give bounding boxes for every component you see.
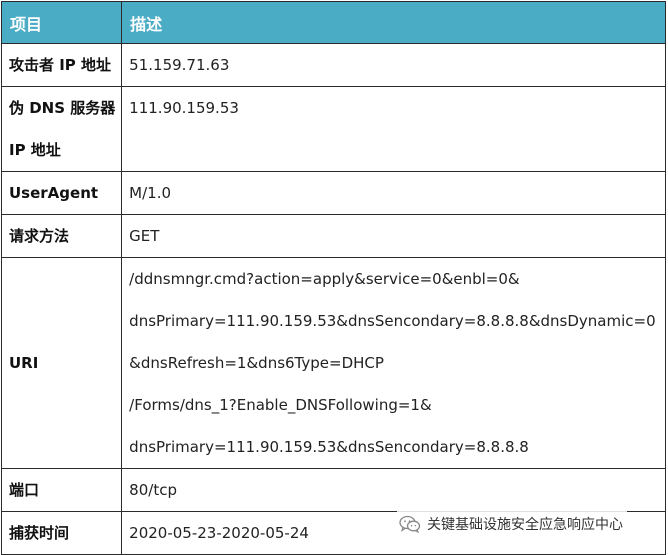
row-key-cell: UserAgent bbox=[0, 171, 123, 215]
table-row-attacker-ip: 攻击者 IP 地址 51.159.71.63 bbox=[0, 43, 666, 87]
uri-line: &dnsRefresh=1&dns6Type=DHCP bbox=[129, 354, 384, 372]
row-value-cell: M/1.0 bbox=[121, 171, 666, 215]
watermark-text: 关键基础设施安全应急响应中心 bbox=[427, 517, 623, 533]
row-key-cell: 伪 DNS 服务器 IP 地址 bbox=[0, 86, 123, 172]
header-item: 项目 bbox=[0, 1, 123, 44]
row-value: 51.159.71.63 bbox=[129, 56, 230, 74]
uri-line: /Forms/dns_1?Enable_DNSFollowing=1& bbox=[129, 396, 432, 414]
row-key-cell: URI bbox=[0, 257, 123, 469]
table-row-method: 请求方法 GET bbox=[0, 214, 666, 258]
info-table: 项目 描述 攻击者 IP 地址 51.159.71.63 伪 DNS 服务器 I… bbox=[0, 1, 666, 555]
row-value: 80/tcp bbox=[129, 481, 177, 499]
table-row-uri: URI /ddnsmngr.cmd?action=apply&service=0… bbox=[0, 257, 666, 469]
table-header-row: 项目 描述 bbox=[0, 1, 666, 44]
row-key-cell: 捕获时间 bbox=[0, 511, 123, 555]
uri-line: /ddnsmngr.cmd?action=apply&service=0&enb… bbox=[129, 270, 520, 288]
row-key: 攻击者 IP 地址 bbox=[9, 56, 112, 74]
table-row-port: 端口 80/tcp bbox=[0, 468, 666, 512]
row-key: UserAgent bbox=[9, 184, 99, 202]
row-key-line1: 伪 DNS 服务器 bbox=[9, 99, 116, 117]
row-key-line2: IP 地址 bbox=[9, 141, 61, 159]
row-value-cell: 80/tcp bbox=[121, 468, 666, 512]
row-value-cell: 111.90.159.53 bbox=[121, 86, 666, 172]
row-key-cell: 攻击者 IP 地址 bbox=[0, 43, 123, 87]
row-key: 捕获时间 bbox=[9, 524, 70, 542]
row-value: 111.90.159.53 bbox=[129, 99, 239, 117]
uri-line: dnsPrimary=111.90.159.53&dnsSencondary=8… bbox=[129, 438, 529, 456]
wechat-icon bbox=[399, 515, 421, 533]
row-key: URI bbox=[9, 354, 39, 372]
row-value-cell: GET bbox=[121, 214, 666, 258]
row-value: GET bbox=[129, 227, 160, 245]
table-row-fake-dns-ip: 伪 DNS 服务器 IP 地址 111.90.159.53 bbox=[0, 86, 666, 172]
row-key-cell: 请求方法 bbox=[0, 214, 123, 258]
row-value: M/1.0 bbox=[129, 184, 172, 202]
table-row-user-agent: UserAgent M/1.0 bbox=[0, 171, 666, 215]
header-description: 描述 bbox=[121, 1, 666, 44]
row-key: 端口 bbox=[9, 481, 40, 499]
row-value-cell: 51.159.71.63 bbox=[121, 43, 666, 87]
row-key-cell: 端口 bbox=[0, 468, 123, 512]
row-key: 请求方法 bbox=[9, 227, 70, 245]
watermark: 关键基础设施安全应急响应中心 bbox=[397, 511, 627, 537]
row-value-cell: /ddnsmngr.cmd?action=apply&service=0&enb… bbox=[121, 257, 666, 469]
uri-line: dnsPrimary=111.90.159.53&dnsSencondary=8… bbox=[129, 312, 656, 330]
